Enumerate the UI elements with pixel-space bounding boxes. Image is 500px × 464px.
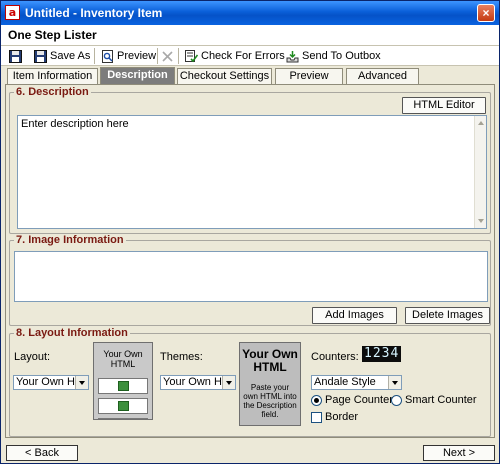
tab-item-information[interactable]: Item Information bbox=[7, 68, 98, 84]
smart-counter-radio[interactable] bbox=[391, 395, 402, 406]
preview-button[interactable]: Preview bbox=[101, 47, 156, 65]
layout-preview-title: Your Own HTML bbox=[103, 349, 143, 369]
add-images-button[interactable]: Add Images bbox=[312, 307, 397, 324]
save-as-label: Save As bbox=[50, 50, 91, 62]
check-for-errors-label: Check For Errors bbox=[201, 50, 285, 62]
toolbar-divider bbox=[157, 48, 158, 64]
image-section-title: 7. Image Information bbox=[14, 234, 126, 246]
smart-counter-label[interactable]: Smart Counter bbox=[405, 394, 477, 406]
counters-label: Counters: bbox=[311, 351, 359, 363]
app-header: One Step Lister bbox=[1, 25, 499, 46]
tab-advanced[interactable]: Advanced bbox=[346, 68, 419, 84]
app-header-title: One Step Lister bbox=[8, 28, 97, 42]
layout-section-title: 8. Layout Information bbox=[14, 327, 130, 339]
app-window: a Untitled - Inventory Item × One Step L… bbox=[0, 0, 500, 464]
image-list-area[interactable] bbox=[14, 251, 488, 302]
toolbar: Save As Preview Check For Errors Send To… bbox=[1, 46, 499, 66]
theme-preview[interactable]: Your Own HTML Paste your own HTML into t… bbox=[239, 342, 301, 426]
description-text: Enter description here bbox=[21, 118, 129, 130]
save-button[interactable] bbox=[9, 47, 22, 65]
page-counter-label[interactable]: Page Counter bbox=[325, 394, 393, 406]
back-button[interactable]: < Back bbox=[6, 445, 78, 461]
delete-icon bbox=[162, 50, 173, 62]
save-icon bbox=[9, 49, 22, 63]
send-to-outbox-button[interactable]: Send To Outbox bbox=[286, 47, 381, 65]
scroll-up-icon[interactable] bbox=[478, 121, 484, 125]
next-button[interactable]: Next > bbox=[423, 445, 495, 461]
image-thumbnail-icon bbox=[118, 381, 129, 391]
save-as-icon bbox=[34, 49, 47, 63]
send-to-outbox-icon bbox=[286, 50, 299, 62]
app-logo-icon: a bbox=[5, 5, 20, 20]
border-label[interactable]: Border bbox=[325, 411, 358, 423]
save-as-button[interactable]: Save As bbox=[34, 47, 90, 65]
themes-select[interactable]: Your Own HT bbox=[160, 375, 236, 390]
preview-icon bbox=[102, 49, 113, 63]
delete-button[interactable] bbox=[161, 47, 174, 65]
tab-checkout-settings[interactable]: Checkout Settings bbox=[177, 68, 272, 84]
description-textarea[interactable]: Enter description here bbox=[17, 115, 487, 229]
theme-preview-note: Paste your own HTML into the Description… bbox=[243, 383, 297, 419]
layout-select[interactable]: Your Own HT bbox=[13, 375, 89, 390]
image-thumbnail-icon bbox=[118, 401, 129, 411]
delete-images-button[interactable]: Delete Images bbox=[405, 307, 490, 324]
layout-preview-card bbox=[98, 398, 148, 414]
html-editor-button[interactable]: HTML Editor bbox=[402, 97, 486, 114]
send-to-outbox-label: Send To Outbox bbox=[302, 50, 381, 62]
tab-preview[interactable]: Preview bbox=[275, 68, 343, 84]
tab-content-panel: 6. Description HTML Editor Enter descrip… bbox=[5, 84, 495, 438]
window-title: Untitled - Inventory Item bbox=[25, 6, 163, 20]
check-for-errors-button[interactable]: Check For Errors bbox=[185, 47, 285, 65]
tab-strip: Item Information Description Checkout Se… bbox=[1, 67, 499, 84]
counter-preview: 1234 bbox=[362, 346, 402, 362]
page-counter-radio[interactable] bbox=[311, 395, 322, 406]
description-scrollbar[interactable] bbox=[474, 116, 486, 228]
scroll-down-icon[interactable] bbox=[478, 219, 484, 223]
title-bar[interactable]: a Untitled - Inventory Item × bbox=[1, 1, 499, 25]
border-checkbox[interactable] bbox=[311, 412, 322, 423]
chevron-down-icon[interactable] bbox=[388, 376, 401, 389]
layout-select-value: Your Own HT bbox=[16, 376, 82, 388]
check-errors-icon bbox=[185, 49, 198, 62]
toolbar-divider bbox=[94, 48, 95, 64]
layout-section: 8. Layout Information Layout: Your Own H… bbox=[9, 327, 491, 437]
theme-preview-title: Your Own HTML bbox=[242, 347, 298, 374]
chevron-down-icon[interactable] bbox=[75, 376, 88, 389]
description-section-title: 6. Description bbox=[14, 86, 91, 98]
description-section: 6. Description HTML Editor Enter descrip… bbox=[9, 86, 491, 234]
layout-preview[interactable]: Your Own HTML bbox=[93, 342, 153, 420]
close-button[interactable]: × bbox=[477, 4, 495, 22]
image-section: 7. Image Information Add Images Delete I… bbox=[9, 234, 491, 326]
counter-style-select[interactable]: Andale Style bbox=[311, 375, 402, 390]
themes-select-value: Your Own HT bbox=[163, 376, 229, 388]
preview-label: Preview bbox=[117, 50, 157, 62]
toolbar-divider bbox=[178, 48, 179, 64]
layout-label: Layout: bbox=[14, 351, 51, 363]
themes-label: Themes: bbox=[160, 351, 203, 363]
chevron-down-icon[interactable] bbox=[222, 376, 235, 389]
tab-description[interactable]: Description bbox=[100, 67, 175, 84]
layout-preview-card bbox=[98, 418, 148, 419]
layout-preview-card bbox=[98, 378, 148, 394]
counter-style-value: Andale Style bbox=[314, 376, 376, 388]
